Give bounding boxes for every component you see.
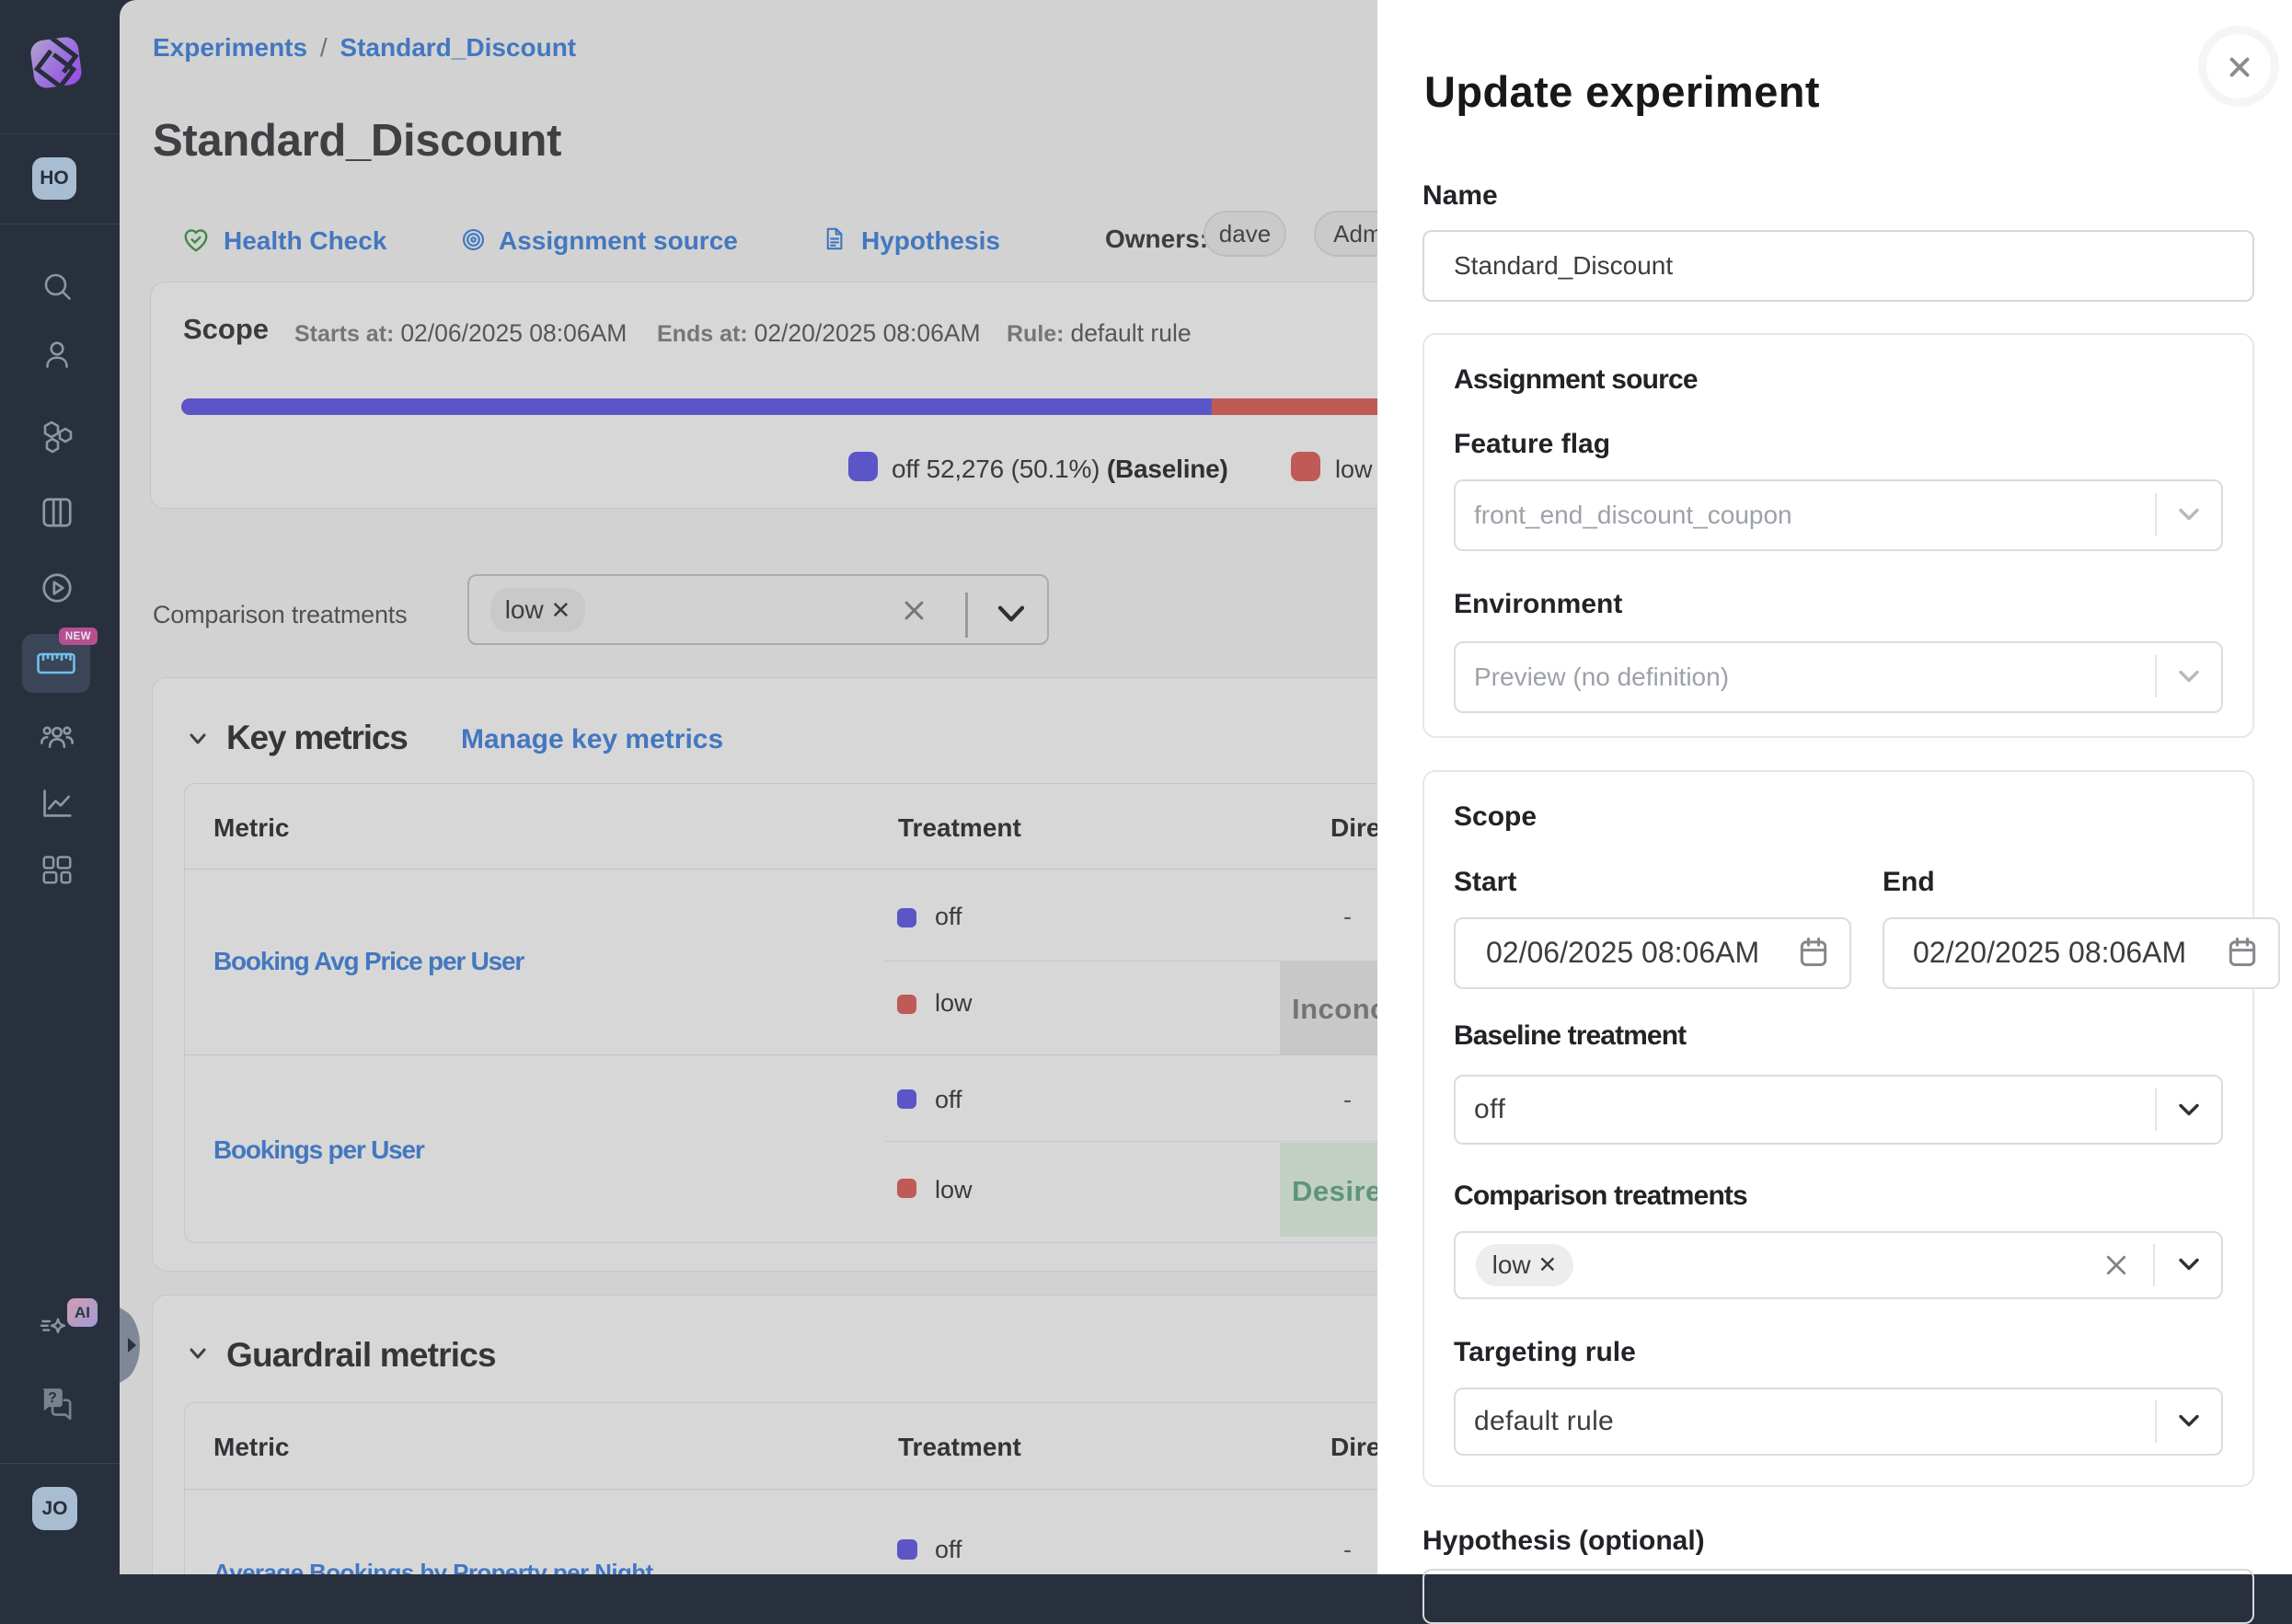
svg-text:?: ? bbox=[48, 1390, 57, 1406]
